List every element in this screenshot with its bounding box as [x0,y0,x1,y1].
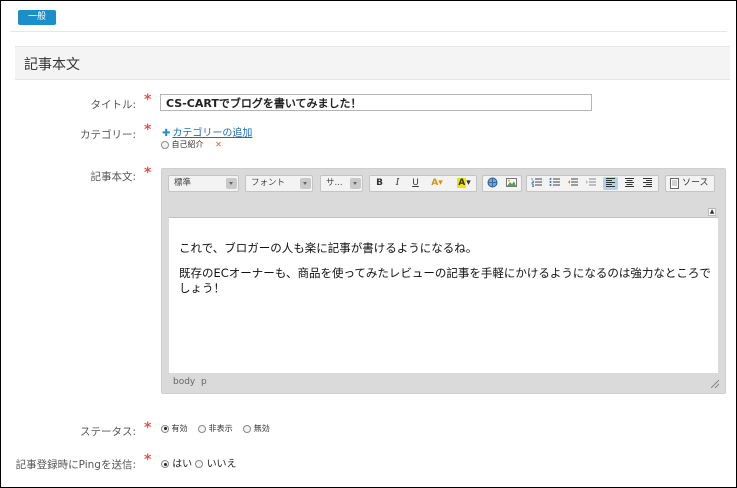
title-input[interactable] [160,94,592,111]
paragraph-group [526,175,659,192]
rich-text-editor: 標準 フォント サ... B I U A▾ A▾ ソース ▲ これで、ブロガーの… [161,168,726,394]
font-dropdown-value: フォント [251,178,286,188]
radio-icon [161,424,169,433]
align-left-button[interactable] [603,177,618,190]
format-dropdown-value: 標準 [174,178,192,188]
align-left-icon [606,178,615,187]
section-title: 記事本文 [24,57,80,73]
title-label: タイトル: [90,99,136,111]
source-button[interactable]: ソース [665,175,715,192]
status-option-label: 有効 [171,424,188,433]
ping-option-no[interactable]: いいえ [195,459,237,470]
bg-color-icon: A [457,178,467,188]
category-item-label: 自己紹介 [171,140,204,149]
status-option-active[interactable]: 有効 [161,424,188,433]
editor-content-area[interactable]: ▲ これで、ブロガーの人も楽に記事が書けるようになるね。 既存のECオーナーも、… [169,208,718,373]
font-dropdown[interactable]: フォント [245,175,313,192]
status-label: ステータス: [79,426,136,438]
size-dropdown[interactable]: サ... [320,175,363,192]
resize-grip-icon[interactable] [711,380,719,388]
outdent-icon [568,178,578,186]
editor-paragraph: 既存のECオーナーも、商品を使ってみたレビューの記事を手軽にかけるようになるのは… [179,266,711,295]
add-category-link[interactable]: ✚ カテゴリーの追加 [162,124,252,139]
required-mark: * [144,420,152,436]
ping-label: 記事登録時にPingを送信: [15,459,136,471]
path-p[interactable]: p [201,377,207,387]
tab-general[interactable]: 一般 [18,10,56,25]
status-option-hidden[interactable]: 非表示 [198,424,233,433]
bullet-list-icon [549,178,560,186]
status-option-label: 非表示 [208,424,233,433]
radio-icon [198,424,207,433]
bold-button[interactable]: B [372,177,387,190]
element-path: body p [173,377,207,387]
image-button[interactable] [504,177,519,190]
image-icon [506,178,517,187]
chevron-down-icon [350,178,361,189]
text-style-group: B I U A▾ A▾ [369,175,477,192]
required-mark: * [144,122,152,138]
outdent-button[interactable] [565,177,580,190]
editor-paragraph: これで、ブロガーの人も楽に記事が書けるようになるね。 [179,241,478,255]
radio-icon [195,460,204,468]
category-label: カテゴリー: [79,129,136,141]
align-center-icon [625,178,634,187]
required-mark: * [144,452,152,468]
required-mark: * [144,92,152,108]
ordered-list-button[interactable] [529,177,544,190]
indent-button[interactable] [583,177,598,190]
chevron-down-icon [226,178,237,189]
ping-option-yes[interactable]: はい [161,459,192,470]
add-category-label: カテゴリーの追加 [172,128,253,139]
bullet-list-button[interactable] [547,177,562,190]
status-options: 有効 非表示 無効 [161,423,278,434]
plus-icon: ✚ [162,128,171,139]
indent-icon [586,178,596,186]
align-right-button[interactable] [640,177,655,190]
format-dropdown[interactable]: 標準 [168,175,239,192]
radio-icon [161,460,169,468]
ordered-list-icon [531,178,542,187]
category-radio[interactable] [161,140,169,149]
insert-group [482,175,522,192]
link-button[interactable] [485,177,500,190]
globe-icon [487,177,498,188]
chevron-down-icon [300,178,311,189]
status-option-label: 無効 [253,424,270,433]
source-label: ソース [682,178,709,188]
align-center-button[interactable] [622,177,637,190]
bg-color-button[interactable]: A▾ [454,177,474,190]
ping-options: はい いいえ [161,455,237,470]
align-right-icon [643,178,652,187]
text-color-button[interactable]: A▾ [426,177,448,190]
italic-button[interactable]: I [390,177,405,190]
text-color-icon: A [431,178,439,188]
body-label: 記事本文: [90,171,136,183]
status-option-disabled[interactable]: 無効 [243,424,270,433]
required-mark: * [144,165,152,181]
ping-option-label: はい [172,459,193,470]
underline-button[interactable]: U [408,177,423,190]
path-body[interactable]: body [173,377,195,387]
ping-option-label: いいえ [206,459,237,470]
remove-category-icon[interactable]: ✕ [215,140,222,149]
section-header: 記事本文 [15,46,730,80]
radio-icon [243,424,252,433]
divider [10,31,727,32]
size-dropdown-value: サ... [326,178,343,188]
category-item: 自己紹介 ✕ [161,139,222,150]
document-icon [670,178,679,189]
scroll-up-icon[interactable]: ▲ [708,208,716,216]
